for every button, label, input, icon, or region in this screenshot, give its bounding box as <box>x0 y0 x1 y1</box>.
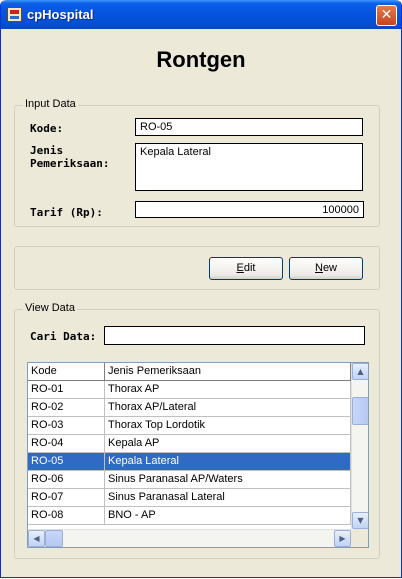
cell-kode: RO-05 <box>28 453 105 471</box>
cell-jenis: Kepala AP <box>105 435 351 453</box>
kode-field[interactable]: RO-05 <box>135 118 363 136</box>
search-input[interactable] <box>104 326 365 345</box>
table-row-selected[interactable]: RO-05 Kepala Lateral <box>28 453 351 471</box>
tarif-label: Tarif (Rp): <box>30 206 103 219</box>
scrollbar-corner <box>351 529 368 547</box>
table-row[interactable]: RO-08 BNO - AP <box>28 507 351 525</box>
cell-jenis: Thorax AP <box>105 381 351 399</box>
jenis-label-line2: Pemeriksaan: <box>30 157 110 170</box>
data-grid: Kode Jenis Pemeriksaan RO-01 Thorax AP RO… <box>27 362 369 548</box>
cell-jenis: Kepala Lateral <box>105 453 351 471</box>
table-row[interactable]: RO-03 Thorax Top Lordotik <box>28 417 351 435</box>
table-row[interactable]: RO-02 Thorax AP/Lateral <box>28 399 351 417</box>
new-button[interactable]: New <box>289 257 363 280</box>
cell-kode: RO-03 <box>28 417 105 435</box>
new-mnemonic: N <box>314 262 323 274</box>
horizontal-scroll-thumb[interactable] <box>45 530 63 547</box>
cell-kode: RO-04 <box>28 435 105 453</box>
scroll-up-arrow-icon[interactable]: ▲ <box>352 363 368 380</box>
jenis-pemeriksaan-field[interactable]: Kepala Lateral <box>135 143 363 191</box>
column-header-kode[interactable]: Kode <box>28 363 105 381</box>
table-row[interactable]: RO-04 Kepala AP <box>28 435 351 453</box>
new-label: ew <box>322 262 337 274</box>
vertical-scroll-thumb[interactable] <box>352 397 368 425</box>
cell-jenis: Sinus Paranasal AP/Waters <box>105 471 351 489</box>
horizontal-scrollbar[interactable]: ◀ ▶ <box>28 529 351 547</box>
edit-label: dit <box>243 262 256 274</box>
cell-jenis: Thorax Top Lordotik <box>105 417 351 435</box>
close-button[interactable]: ✕ <box>376 5 397 26</box>
view-data-legend: View Data <box>23 302 77 314</box>
hospital-app-icon <box>7 7 22 22</box>
cell-jenis: Thorax AP/Lateral <box>105 399 351 417</box>
input-data-legend: Input Data <box>23 98 78 110</box>
table-row[interactable]: RO-06 Sinus Paranasal AP/Waters <box>28 471 351 489</box>
edit-mnemonic: E <box>236 262 244 274</box>
cell-kode: RO-01 <box>28 381 105 399</box>
cell-jenis: BNO - AP <box>105 507 351 525</box>
cari-data-label: Cari Data: <box>30 330 97 343</box>
vertical-scrollbar[interactable]: ▲ ▼ <box>351 363 368 529</box>
tarif-field[interactable]: 100000 <box>135 201 364 218</box>
cell-kode: RO-08 <box>28 507 105 525</box>
column-header-jenis[interactable]: Jenis Pemeriksaan <box>105 363 351 381</box>
kode-label: Kode: <box>30 122 64 135</box>
table-row[interactable]: RO-01 Thorax AP <box>28 381 351 399</box>
cell-jenis: Sinus Paranasal Lateral <box>105 489 351 507</box>
cell-kode: RO-07 <box>28 489 105 507</box>
edit-button[interactable]: Edit <box>209 257 283 280</box>
cell-kode: RO-02 <box>28 399 105 417</box>
window-title: cpHospital <box>27 7 94 22</box>
grid-header: Kode Jenis Pemeriksaan <box>28 363 351 381</box>
app-window: cpHospital ✕ Rontgen Input Data Kode: RO… <box>0 0 402 578</box>
table-row[interactable]: RO-07 Sinus Paranasal Lateral <box>28 489 351 507</box>
scroll-right-arrow-icon[interactable]: ▶ <box>334 530 351 547</box>
title-bar[interactable]: cpHospital ✕ <box>1 0 401 29</box>
scroll-down-arrow-icon[interactable]: ▼ <box>352 512 368 529</box>
form-body: Rontgen Input Data Kode: RO-05 Jenis Pem… <box>5 29 397 573</box>
grid-rows: RO-01 Thorax AP RO-02 Thorax AP/Lateral RO… <box>28 381 351 525</box>
scroll-left-arrow-icon[interactable]: ◀ <box>28 530 45 547</box>
cell-kode: RO-06 <box>28 471 105 489</box>
jenis-label-line1: Jenis <box>30 144 64 157</box>
page-title: Rontgen <box>156 47 246 72</box>
